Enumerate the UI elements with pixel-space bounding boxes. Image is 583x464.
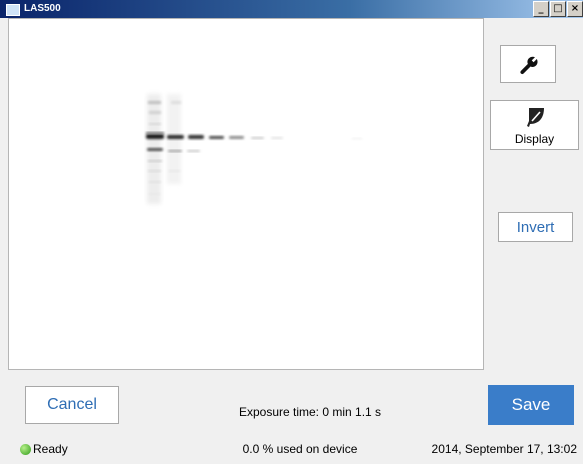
invert-button[interactable]: Invert [498,212,573,242]
invert-label: Invert [516,219,555,236]
minimize-button[interactable]: _ [533,1,549,17]
display-label: Display [514,132,555,146]
western-blot-image [146,94,362,204]
app-icon [6,4,20,16]
exposure-time: Exposure time: 0 min 1.1 s [238,405,382,419]
window-title: LAS500 [24,3,61,14]
wrench-icon [520,56,538,75]
settings-button[interactable] [500,45,556,83]
date-time: 2014, September 17, 13:02 [431,442,577,456]
status-text: Ready [33,442,68,456]
title-bar[interactable]: LAS500 _ □ × [0,0,583,18]
display-button[interactable]: Display [490,100,579,150]
device-usage: 0.0 % used on device [242,442,358,456]
status-indicator-icon [20,444,31,455]
window-controls: _ □ × [532,1,583,17]
restore-button[interactable]: □ [550,1,566,17]
display-leaf-icon [527,108,544,127]
cancel-button[interactable]: Cancel [25,386,119,424]
close-button[interactable]: × [567,1,583,17]
save-button[interactable]: Save [488,385,574,425]
image-viewer[interactable] [8,18,484,370]
